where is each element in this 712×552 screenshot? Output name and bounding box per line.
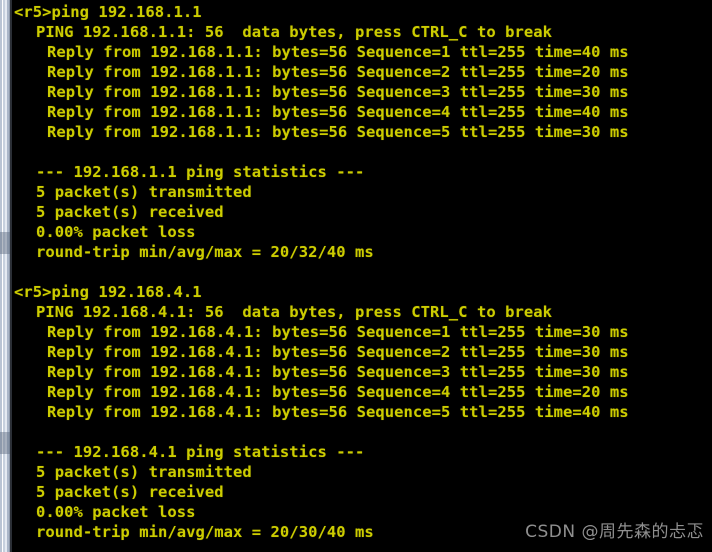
terminal-line: <r5>ping 192.168.4.1 (14, 283, 202, 301)
terminal-line: Reply from 192.168.4.1: bytes=56 Sequenc… (47, 343, 629, 361)
watermark-text: CSDN @周先森的忐忑 (525, 522, 704, 542)
terminal-window: <r5>ping 192.168.1.1 PING 192.168.1.1: 56… (0, 0, 712, 552)
terminal-line: <r5>ping 192.168.1.1 (14, 3, 202, 21)
terminal-line: Reply from 192.168.4.1: bytes=56 Sequenc… (47, 383, 629, 401)
terminal-line: --- 192.168.1.1 ping statistics --- (36, 163, 365, 181)
terminal-line: 5 packet(s) transmitted (36, 183, 252, 201)
terminal-line: Reply from 192.168.4.1: bytes=56 Sequenc… (47, 323, 629, 341)
terminal-line: Reply from 192.168.4.1: bytes=56 Sequenc… (47, 363, 629, 381)
terminal-line: PING 192.168.1.1: 56 data bytes, press C… (36, 23, 552, 41)
terminal-output[interactable]: <r5>ping 192.168.1.1 PING 192.168.1.1: 56… (12, 0, 712, 552)
terminal-line: round-trip min/avg/max = 20/30/40 ms (36, 523, 374, 541)
scrollbar-segment-lower[interactable] (0, 432, 10, 454)
terminal-line: Reply from 192.168.1.1: bytes=56 Sequenc… (47, 103, 629, 121)
terminal-line: Reply from 192.168.1.1: bytes=56 Sequenc… (47, 63, 629, 81)
terminal-line: 0.00% packet loss (36, 223, 196, 241)
terminal-line: 0.00% packet loss (36, 503, 196, 521)
terminal-line: --- 192.168.4.1 ping statistics --- (36, 443, 365, 461)
terminal-line: PING 192.168.4.1: 56 data bytes, press C… (36, 303, 552, 321)
terminal-line: Reply from 192.168.4.1: bytes=56 Sequenc… (47, 403, 629, 421)
terminal-line: Reply from 192.168.1.1: bytes=56 Sequenc… (47, 43, 629, 61)
window-left-border (0, 0, 12, 552)
terminal-line: Reply from 192.168.1.1: bytes=56 Sequenc… (47, 123, 629, 141)
terminal-line: 5 packet(s) received (36, 203, 224, 221)
scrollbar-segment-upper[interactable] (0, 232, 10, 254)
terminal-line: Reply from 192.168.1.1: bytes=56 Sequenc… (47, 83, 629, 101)
terminal-line: 5 packet(s) transmitted (36, 463, 252, 481)
terminal-line: round-trip min/avg/max = 20/32/40 ms (36, 243, 374, 261)
terminal-line: 5 packet(s) received (36, 483, 224, 501)
